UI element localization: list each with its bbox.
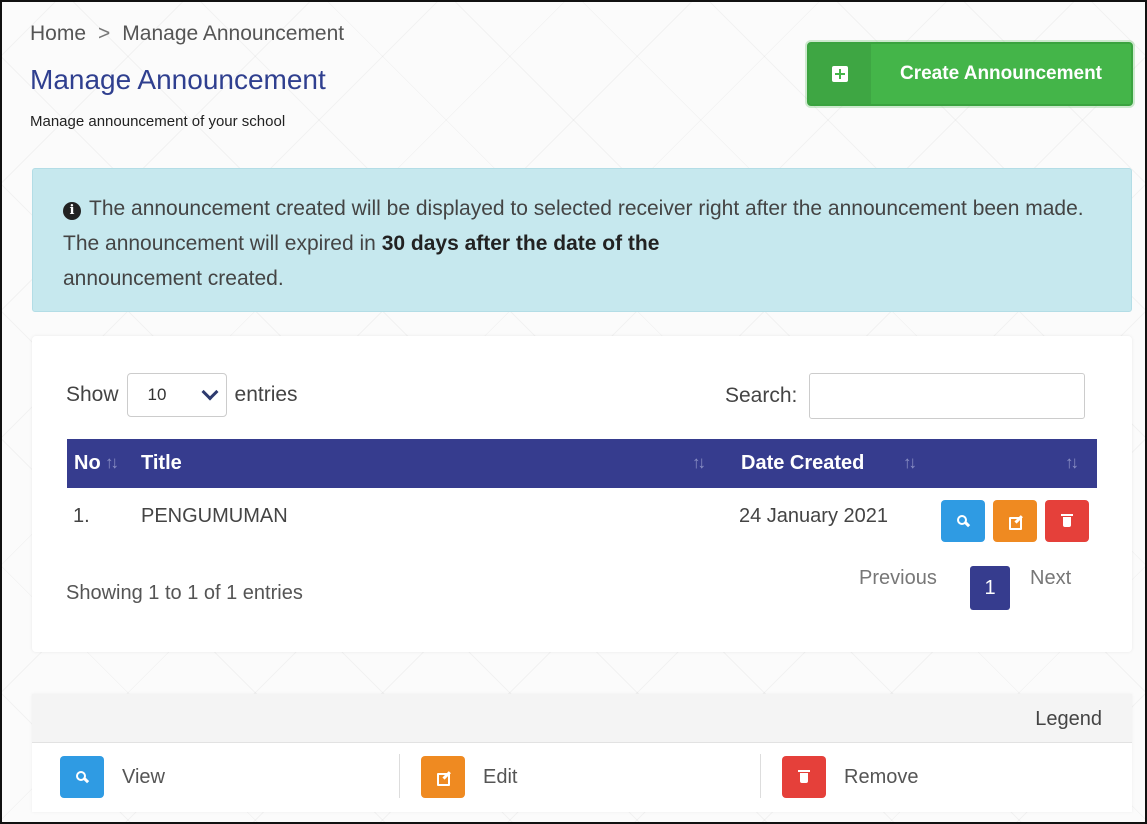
sort-icon[interactable]: ↑↓	[1065, 453, 1079, 473]
create-icon-box	[809, 44, 871, 104]
chevron-down-icon	[201, 383, 219, 401]
search-icon	[957, 515, 969, 527]
entries-label: entries	[234, 383, 298, 406]
create-announcement-label: Create Announcement	[900, 63, 1102, 84]
search-label: Search:	[725, 384, 798, 407]
row-title: PENGUMUMAN	[141, 505, 288, 527]
show-label: Show	[66, 383, 119, 406]
breadcrumb: Home > Manage Announcement	[30, 22, 344, 46]
edit-icon	[1008, 515, 1022, 530]
trash-icon	[1061, 514, 1073, 528]
search-control: Search:	[725, 373, 1086, 419]
search-input[interactable]	[809, 373, 1086, 419]
legend-edit-label: Edit	[483, 765, 518, 788]
table-info: Showing 1 to 1 of 1 entries	[66, 582, 303, 604]
page-title: Manage Announcement	[30, 64, 326, 95]
page-subtitle: Manage announcement of your school	[30, 113, 286, 130]
pagination-next[interactable]: Next	[1030, 567, 1071, 590]
pagination-page-1[interactable]: 1	[970, 566, 1010, 610]
legend-item-view: View	[60, 756, 165, 798]
pagination-previous[interactable]: Previous	[859, 567, 937, 590]
info-alert: i The announcement created will be displa…	[32, 168, 1132, 312]
trash-icon	[798, 770, 810, 784]
legend-divider	[399, 754, 400, 798]
entries-select-value: 10	[147, 385, 167, 404]
edit-button[interactable]	[993, 500, 1037, 542]
entries-length-control: Show 10 entries	[66, 373, 298, 417]
column-header-date-created[interactable]: Date Created	[741, 452, 864, 475]
table-row: 1. PENGUMUMAN 24 January 2021	[67, 488, 1097, 548]
row-date-created: 24 January 2021	[739, 505, 889, 527]
entries-select[interactable]: 10	[126, 373, 227, 417]
announcement-table-card: Show 10 entries Search: No ↑↓ Title ↑↓ D…	[32, 336, 1132, 652]
create-announcement-button[interactable]: Create Announcement	[807, 42, 1133, 106]
remove-button[interactable]	[1045, 500, 1089, 542]
edit-icon	[436, 771, 450, 786]
legend-card: Legend View Edit Remove	[32, 694, 1132, 812]
legend-view-badge	[60, 756, 104, 798]
view-button[interactable]	[941, 500, 985, 542]
legend-remove-badge	[782, 756, 826, 798]
search-icon	[76, 771, 88, 783]
sort-icon[interactable]: ↑↓	[903, 453, 917, 473]
legend-view-label: View	[122, 765, 165, 788]
column-header-title[interactable]: Title	[141, 452, 182, 475]
legend-title: Legend	[1035, 708, 1102, 730]
row-number: 1.	[73, 505, 90, 527]
breadcrumb-current: Manage Announcement	[122, 22, 345, 45]
alert-text-strong: 30 days after the date of the	[381, 232, 660, 255]
column-header-no[interactable]: No	[74, 452, 101, 475]
legend-divider	[760, 754, 761, 798]
legend-item-edit: Edit	[421, 756, 517, 798]
legend-header: Legend	[32, 694, 1132, 743]
breadcrumb-separator: >	[98, 22, 111, 45]
legend-item-remove: Remove	[782, 756, 918, 798]
table-header: No ↑↓ Title ↑↓ Date Created ↑↓ ↑↓	[67, 439, 1097, 488]
info-circle-icon: i	[63, 202, 81, 220]
sort-icon[interactable]: ↑↓	[105, 453, 119, 473]
breadcrumb-home[interactable]: Home	[30, 22, 86, 45]
page-frame: Home > Manage Announcement Manage Announce…	[0, 0, 1147, 824]
sort-icon[interactable]: ↑↓	[692, 453, 706, 473]
alert-text-part2: announcement created.	[63, 267, 284, 290]
plus-square-icon	[832, 66, 848, 82]
legend-edit-badge	[421, 756, 465, 798]
legend-remove-label: Remove	[844, 765, 919, 788]
